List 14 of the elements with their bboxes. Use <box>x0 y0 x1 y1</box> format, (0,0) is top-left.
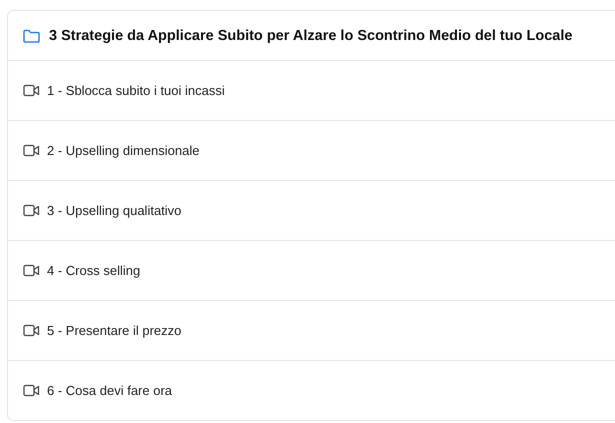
video-camera-icon <box>23 264 40 277</box>
video-camera-icon <box>23 84 40 97</box>
section-title: 3 Strategie da Applicare Subito per Alzare lo Scontrino Medio del tuo Locale <box>49 28 572 44</box>
lesson-link[interactable]: 1 - Sblocca subito i tuoi incassi <box>47 83 225 98</box>
video-camera-icon <box>23 324 40 337</box>
lesson-link[interactable]: 3 - Upselling qualitativo <box>47 203 182 218</box>
folder-icon <box>23 28 40 42</box>
lesson-link[interactable]: 2 - Upselling dimensionale <box>47 143 200 158</box>
video-camera-icon <box>23 384 40 397</box>
lesson-link[interactable]: 5 - Presentare il prezzo <box>47 323 182 338</box>
lesson-link[interactable]: 6 - Cosa devi fare ora <box>47 383 172 398</box>
video-camera-icon <box>23 204 40 217</box>
lesson-link[interactable]: 4 - Cross selling <box>47 263 140 278</box>
video-camera-icon <box>23 144 40 157</box>
